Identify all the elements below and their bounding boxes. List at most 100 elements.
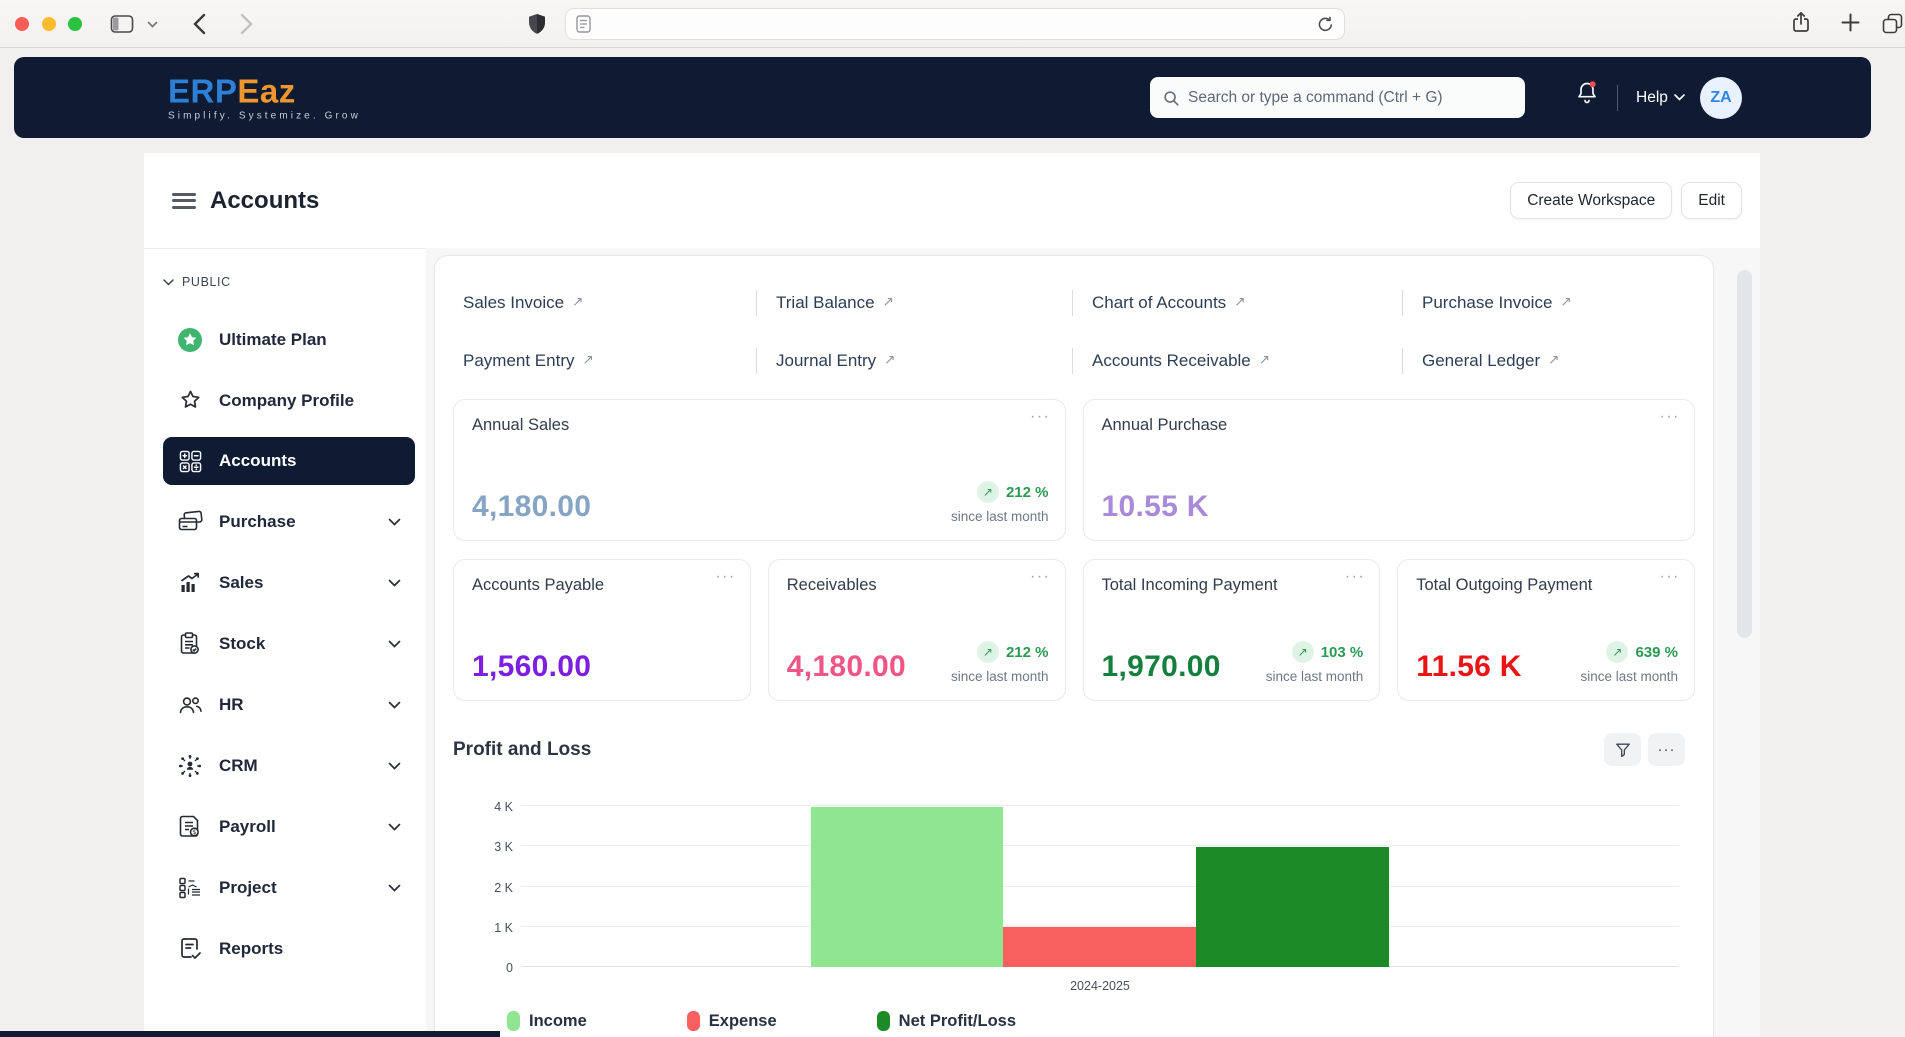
- scrollbar-thumb[interactable]: [1737, 270, 1752, 638]
- browser-toolbar: [0, 0, 1905, 48]
- app-body: Accounts Create Workspace Edit PUBLIC: [144, 153, 1760, 1037]
- legend-item-expense: Expense: [687, 1011, 777, 1031]
- delta-percent: 212 %: [1006, 644, 1049, 661]
- external-link-icon: ↗: [1560, 294, 1571, 310]
- chevron-down-icon[interactable]: [388, 640, 401, 648]
- filter-button[interactable]: [1604, 733, 1641, 766]
- legend-label: Net Profit/Loss: [899, 1012, 1016, 1031]
- delta-percent: 103 %: [1321, 644, 1364, 661]
- sidebar-item-company-profile[interactable]: Company Profile: [163, 370, 415, 431]
- sidebar-item-crm[interactable]: CRM: [163, 735, 415, 796]
- screen: ERPEaz Simplify. Systemize. Grow Help ZA…: [0, 0, 1905, 1037]
- shortcut-sales-invoice[interactable]: Sales Invoice↗: [463, 293, 583, 313]
- url-input[interactable]: [599, 17, 1309, 32]
- pnl-plot: 2024-2025 01 K2 K3 K4 K: [521, 793, 1679, 967]
- shortcut-payment-entry[interactable]: Payment Entry↗: [463, 351, 594, 371]
- chevron-down-icon[interactable]: [388, 579, 401, 587]
- refresh-icon[interactable]: [1317, 16, 1334, 33]
- global-search[interactable]: [1150, 77, 1525, 118]
- shortcut-label: Payment Entry: [463, 351, 575, 371]
- star-outline-icon: [177, 388, 203, 413]
- chart-bar-net-profit-loss[interactable]: [1196, 847, 1389, 967]
- header-divider: [1617, 85, 1618, 111]
- workspace-menu-icon[interactable]: [172, 193, 196, 209]
- card-menu-icon[interactable]: ···: [1345, 568, 1365, 586]
- shortcut-journal-entry[interactable]: Journal Entry↗: [776, 351, 895, 371]
- window-zoom-button[interactable]: [68, 17, 82, 31]
- card-accounts-payable: Accounts Payable ··· 1,560.00: [453, 559, 751, 701]
- chevron-down-icon[interactable]: [388, 762, 401, 770]
- address-bar[interactable]: [565, 8, 1345, 40]
- external-link-icon: ↗: [884, 352, 895, 368]
- logo-primary: ERP: [168, 72, 237, 109]
- sidebar-item-accounts[interactable]: Accounts: [163, 437, 415, 485]
- shortcut-general-ledger[interactable]: General Ledger↗: [1422, 351, 1559, 371]
- sidebar-nav: Ultimate Plan Company Profile Accounts: [163, 309, 426, 979]
- shortcut-chart-of-accounts[interactable]: Chart of Accounts↗: [1092, 293, 1246, 313]
- card-value: 1,970.00: [1102, 650, 1221, 684]
- pnl-title: Profit and Loss: [453, 739, 591, 761]
- bottom-overflow-bar: [0, 1031, 500, 1037]
- logo-secondary: Eaz: [237, 72, 295, 109]
- shortcut-label: Trial Balance: [776, 293, 875, 313]
- chevron-down-icon[interactable]: [388, 701, 401, 709]
- sidebar-section-label: PUBLIC: [182, 275, 231, 289]
- legend-item-income: Income: [507, 1011, 587, 1031]
- trend-up-icon: ↗: [977, 481, 999, 503]
- sidebar-item-sales[interactable]: Sales: [163, 552, 415, 613]
- shortcut-accounts-receivable[interactable]: Accounts Receivable↗: [1092, 351, 1270, 371]
- app-logo: ERPEaz Simplify. Systemize. Grow: [168, 74, 361, 121]
- sidebar-item-label: Accounts: [219, 451, 296, 471]
- credit-card-icon: [177, 510, 203, 533]
- window-close-button[interactable]: [15, 17, 29, 31]
- sidebar-section-public[interactable]: PUBLIC: [163, 275, 426, 289]
- edit-button[interactable]: Edit: [1681, 182, 1742, 219]
- sidebar-item-ultimate-plan[interactable]: Ultimate Plan: [163, 309, 415, 370]
- card-value: 4,180.00: [472, 490, 591, 524]
- delta-note: since last month: [951, 509, 1049, 524]
- calculator-icon: [177, 450, 203, 473]
- sidebar-item-project[interactable]: Project: [163, 857, 415, 918]
- workspace-title-row: Accounts Create Workspace Edit: [144, 153, 1760, 248]
- shortcut-trial-balance[interactable]: Trial Balance↗: [776, 293, 894, 313]
- trend-up-icon: ↗: [977, 641, 999, 663]
- sidebar-item-reports[interactable]: Reports: [163, 918, 415, 979]
- sidebar-item-purchase[interactable]: Purchase: [163, 491, 415, 552]
- chevron-down-icon[interactable]: [388, 518, 401, 526]
- card-value: 11.56 K: [1416, 650, 1522, 684]
- create-workspace-button[interactable]: Create Workspace: [1510, 182, 1672, 219]
- y-axis-tick-label: 4 K: [469, 800, 513, 814]
- gridline: [521, 886, 1679, 887]
- help-label: Help: [1636, 89, 1668, 107]
- chart-menu-button[interactable]: ···: [1648, 733, 1685, 766]
- card-menu-icon[interactable]: ···: [1660, 408, 1680, 426]
- chart-bar-expense[interactable]: [1003, 927, 1196, 967]
- pnl-section-header: Profit and Loss ···: [453, 733, 1695, 766]
- search-input[interactable]: [1188, 89, 1513, 107]
- window-minimize-button[interactable]: [42, 17, 56, 31]
- clipboard-icon: [177, 631, 203, 656]
- sidebar-item-stock[interactable]: Stock: [163, 613, 415, 674]
- chart-bar-income[interactable]: [811, 807, 1004, 967]
- notification-bell-icon[interactable]: [1574, 79, 1600, 112]
- card-menu-icon[interactable]: ···: [715, 568, 735, 586]
- y-axis-tick-label: 1 K: [469, 921, 513, 935]
- chevron-down-icon[interactable]: [388, 823, 401, 831]
- delta-note: since last month: [951, 669, 1049, 684]
- card-menu-icon[interactable]: ···: [1030, 408, 1050, 426]
- workspace-card: Sales Invoice↗ Trial Balance↗ Chart of A…: [434, 255, 1714, 1037]
- y-axis-tick-label: 3 K: [469, 840, 513, 854]
- delta-note: since last month: [1266, 669, 1364, 684]
- card-menu-icon[interactable]: ···: [1660, 568, 1680, 586]
- help-menu[interactable]: Help: [1636, 57, 1685, 138]
- card-title: Accounts Payable: [472, 576, 732, 595]
- shortcut-purchase-invoice[interactable]: Purchase Invoice↗: [1422, 293, 1572, 313]
- card-menu-icon[interactable]: ···: [1030, 568, 1050, 586]
- card-title: Annual Sales: [472, 416, 1047, 435]
- chevron-down-icon[interactable]: [388, 884, 401, 892]
- avatar[interactable]: ZA: [1700, 77, 1742, 119]
- external-link-icon: ↗: [1259, 352, 1270, 368]
- sidebar-item-payroll[interactable]: $ Payroll: [163, 796, 415, 857]
- sidebar-item-hr[interactable]: HR: [163, 674, 415, 735]
- card-total-outgoing-payment: Total Outgoing Payment ··· 11.56 K ↗639 …: [1397, 559, 1695, 701]
